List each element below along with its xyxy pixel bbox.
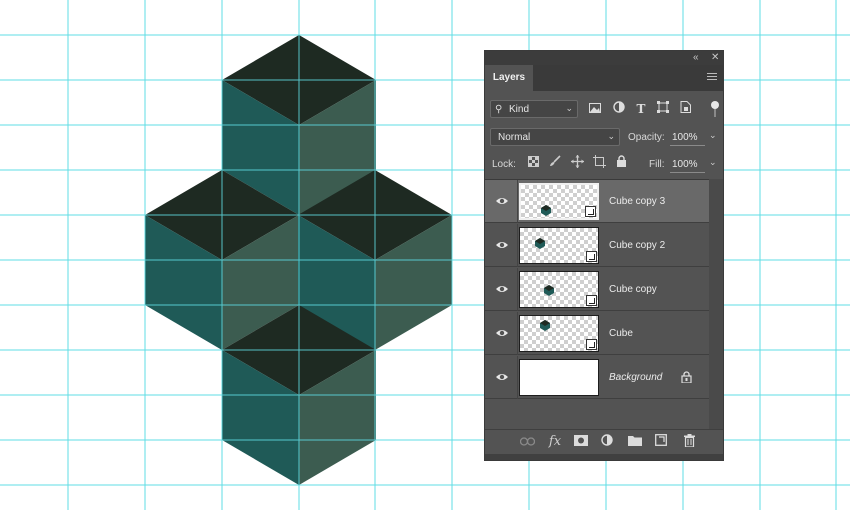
eye-icon[interactable]	[495, 238, 509, 252]
layers-panel: « ✕ Layers ⚲ Kind ⌄ T Normal ⌄ Opacity: …	[484, 50, 724, 461]
type-filter-icon[interactable]: T	[633, 101, 649, 117]
layer-name[interactable]: Cube copy	[609, 284, 657, 295]
chevron-down-icon[interactable]: ⌄	[709, 157, 717, 168]
image-filter-icon[interactable]	[587, 101, 603, 117]
layer-name[interactable]: Cube	[609, 328, 633, 339]
filter-kind-select[interactable]: ⚲ Kind ⌄	[490, 100, 578, 118]
layer-thumbnail	[519, 183, 599, 220]
lock-image-icon[interactable]	[547, 155, 563, 171]
new-layer-icon[interactable]	[653, 434, 669, 450]
layer-row[interactable]: Cube copy 3	[485, 180, 709, 223]
smart-object-icon	[586, 251, 597, 262]
lock-position-icon[interactable]	[569, 155, 585, 171]
chevron-down-icon: ⌄	[565, 103, 573, 113]
lock-artboard-icon[interactable]	[591, 155, 607, 171]
search-icon: ⚲	[495, 104, 503, 115]
fx-icon[interactable]: fx	[547, 434, 563, 450]
lock-all-icon[interactable]	[613, 155, 629, 171]
smart-object-filter-icon[interactable]	[677, 101, 693, 117]
eye-icon[interactable]	[495, 370, 509, 384]
chevron-down-icon: ⌄	[607, 131, 615, 141]
panel-tab-row: Layers	[485, 65, 723, 91]
smart-object-icon	[586, 339, 597, 350]
smart-object-icon	[586, 295, 597, 306]
smart-object-icon	[585, 206, 596, 217]
panel-title-bar[interactable]: « ✕	[485, 51, 723, 65]
lock-label: Lock:	[492, 159, 516, 170]
fill-label: Fill:	[649, 159, 665, 170]
blend-mode-select[interactable]: Normal ⌄	[490, 128, 620, 146]
fill-input[interactable]: 100%	[672, 159, 698, 170]
adjustment-layer-icon[interactable]	[599, 434, 615, 450]
layer-thumbnail	[519, 315, 599, 352]
eye-icon[interactable]	[495, 194, 509, 208]
opacity-label: Opacity:	[628, 132, 665, 143]
lock-icon	[681, 371, 693, 384]
chevron-down-icon[interactable]: ⌄	[709, 130, 717, 141]
close-icon[interactable]: ✕	[711, 52, 719, 64]
layer-row[interactable]: Cube	[485, 312, 709, 355]
layers-bottom-bar: fx	[485, 429, 723, 454]
layer-row[interactable]: Background	[485, 356, 709, 399]
layer-name[interactable]: Cube copy 3	[609, 196, 665, 207]
layer-name[interactable]: Background	[609, 372, 662, 383]
panel-resize-edge[interactable]	[485, 454, 723, 460]
link-layers-icon[interactable]	[519, 434, 535, 450]
hamburger-menu-icon[interactable]	[707, 73, 717, 82]
blend-mode-value: Normal	[498, 132, 531, 143]
shape-filter-icon[interactable]	[655, 101, 671, 117]
layer-thumbnail	[519, 227, 599, 264]
layer-thumbnail	[519, 271, 599, 308]
delete-layer-icon[interactable]	[681, 434, 697, 450]
layer-row[interactable]: Cube copy 2	[485, 224, 709, 267]
lock-transparent-icon[interactable]	[525, 155, 541, 171]
tab-layers[interactable]: Layers	[485, 65, 533, 91]
filter-kind-label: Kind	[509, 104, 530, 115]
add-mask-icon[interactable]	[573, 434, 589, 450]
layer-name[interactable]: Cube copy 2	[609, 240, 665, 251]
double-chevron-icon[interactable]: «	[693, 52, 699, 64]
adjustment-filter-icon[interactable]	[611, 101, 627, 117]
new-group-icon[interactable]	[627, 434, 643, 450]
eye-icon[interactable]	[495, 282, 509, 296]
layer-row[interactable]: Cube copy	[485, 268, 709, 311]
layer-thumbnail	[519, 359, 599, 396]
layers-scrollbar[interactable]	[709, 179, 723, 429]
filter-toggle[interactable]	[711, 101, 719, 119]
layers-list: Cube copy 3 Cube copy 2 Cube copy Cube B…	[485, 179, 709, 430]
opacity-input[interactable]: 100%	[672, 132, 698, 143]
eye-icon[interactable]	[495, 326, 509, 340]
